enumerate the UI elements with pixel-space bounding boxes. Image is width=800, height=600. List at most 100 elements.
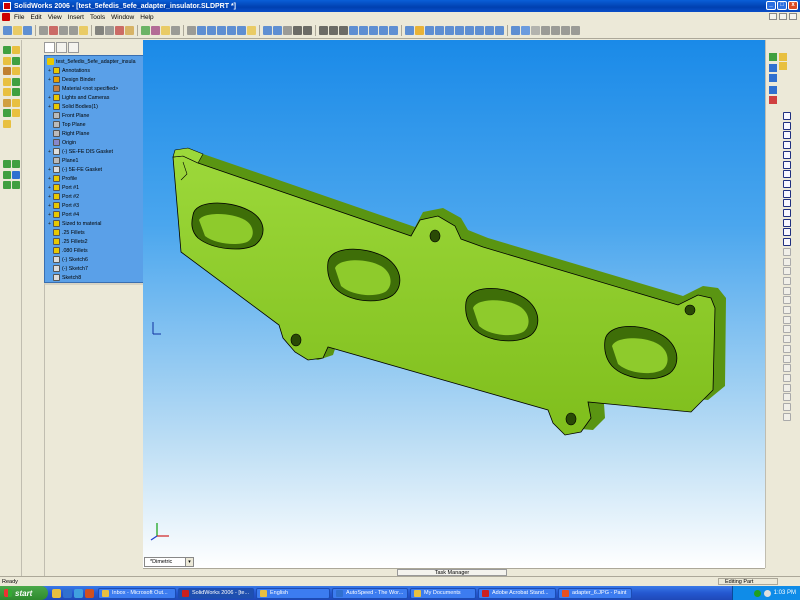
toolbar-button-icon[interactable] — [521, 26, 530, 35]
tree-item[interactable]: Plane1 — [48, 156, 79, 165]
sketch-tool-icon[interactable] — [783, 199, 791, 208]
feature-tool-icon[interactable] — [3, 170, 11, 179]
tree-item[interactable]: + Solid Bodies(1) — [48, 102, 98, 111]
toolbar-button-icon[interactable] — [561, 26, 570, 35]
sketch-tool-icon[interactable] — [783, 238, 791, 247]
feature-tool-icon[interactable] — [3, 160, 11, 168]
sketch-tool-icon[interactable] — [783, 315, 791, 324]
feature-tool-icon[interactable] — [3, 98, 11, 107]
sketch-tool-icon[interactable] — [783, 412, 791, 421]
sketch-tool-icon[interactable] — [783, 403, 791, 411]
tree-item[interactable]: + Design Binder — [48, 75, 95, 84]
taskbar-button[interactable]: adapter_6.JPG - Paint — [558, 587, 632, 599]
tree-item[interactable]: (-) Sketch6 — [48, 255, 88, 264]
toolbar-button-icon[interactable] — [405, 26, 414, 35]
sketch-tool-icon[interactable] — [783, 325, 791, 334]
toolbar-button-icon[interactable] — [161, 26, 170, 35]
toolbar-button-icon[interactable] — [3, 26, 12, 35]
toolbar-button-icon[interactable] — [115, 26, 124, 35]
property-manager-tab[interactable] — [56, 42, 67, 53]
feature-tool-icon[interactable] — [12, 109, 20, 117]
sketch-tool-icon[interactable] — [783, 189, 791, 198]
toolbar-button-icon[interactable] — [415, 26, 424, 35]
feature-tool-icon[interactable] — [3, 67, 11, 75]
doc-minimize-button[interactable] — [769, 13, 777, 20]
feature-tool-icon[interactable] — [12, 77, 20, 86]
tree-item[interactable]: + Sized to material — [48, 219, 101, 228]
sketch-tool-icon[interactable] — [783, 228, 791, 237]
menu-view[interactable]: View — [48, 14, 62, 21]
sketch-tool-icon[interactable] — [783, 257, 791, 266]
tree-root-item[interactable]: test_5efedis_5efe_adapter_insula — [47, 57, 136, 66]
taskbar-button[interactable]: Adobe Acrobat Stand... — [478, 587, 556, 599]
sketch-tool-icon[interactable] — [783, 141, 791, 150]
close-button[interactable]: x — [788, 1, 798, 10]
toolbar-button-icon[interactable] — [435, 26, 444, 35]
feature-tool-icon[interactable] — [3, 88, 11, 96]
sketch-tool-icon[interactable] — [783, 354, 791, 363]
toolbar-button-icon[interactable] — [197, 26, 206, 35]
sketch-tool-icon[interactable] — [783, 276, 791, 285]
ie-icon[interactable] — [63, 588, 72, 598]
sketch-tool-icon[interactable] — [783, 383, 791, 392]
tree-item[interactable]: Front Plane — [48, 111, 89, 120]
outlook-icon[interactable] — [52, 588, 61, 598]
feature-tool-icon[interactable] — [12, 160, 20, 168]
view-orientation-dropdown[interactable]: *Dimetric ▾ — [144, 557, 194, 567]
tree-item[interactable]: (-) Sketch7 — [48, 264, 88, 273]
toolbar-button-icon[interactable] — [571, 26, 580, 35]
sketch-tool-icon[interactable] — [783, 179, 791, 188]
toolbar-button-icon[interactable] — [273, 26, 282, 35]
app-icon[interactable] — [85, 588, 94, 598]
sketch-tool-icon[interactable] — [783, 286, 791, 295]
tree-item[interactable]: Origin — [48, 138, 76, 147]
document-icon[interactable] — [2, 13, 10, 21]
sketch-tool-icon[interactable] — [783, 131, 791, 140]
tree-item[interactable]: Material <not specified> — [48, 84, 118, 93]
sketch-tool-icon[interactable] — [783, 121, 791, 130]
toolbar-button-icon[interactable] — [69, 26, 78, 35]
toolbar-button-icon[interactable] — [263, 26, 272, 35]
feature-tool-icon[interactable] — [3, 46, 11, 54]
tree-item[interactable]: + Port #3 — [48, 201, 79, 210]
tree-item[interactable]: .25 Fillets2 — [48, 237, 88, 246]
doc-close-button[interactable] — [789, 13, 797, 20]
toolbar-button-icon[interactable] — [511, 26, 520, 35]
tool-icon[interactable] — [769, 64, 777, 72]
tree-item[interactable]: Sketch8 — [48, 273, 81, 282]
toolbar-button-icon[interactable] — [59, 26, 68, 35]
tree-item[interactable]: Right Plane — [48, 129, 89, 138]
toolbar-button-icon[interactable] — [13, 26, 22, 35]
tool-icon[interactable] — [779, 62, 787, 70]
sketch-tool-icon[interactable] — [783, 218, 791, 227]
toolbar-button-icon[interactable] — [551, 26, 560, 35]
sketch-tool-icon[interactable] — [783, 247, 791, 256]
feature-tool-icon[interactable] — [12, 181, 20, 189]
doc-restore-button[interactable] — [779, 13, 787, 20]
feature-tree-tab[interactable] — [44, 42, 55, 53]
toolbar-button-icon[interactable] — [151, 26, 160, 35]
sketch-tool-icon[interactable] — [783, 170, 791, 179]
toolbar-button-icon[interactable] — [445, 26, 454, 35]
toolbar-button-icon[interactable] — [319, 26, 328, 35]
maximize-button[interactable]: □ — [777, 1, 787, 10]
configuration-manager-tab[interactable] — [68, 42, 79, 53]
minimize-button[interactable]: _ — [766, 1, 776, 10]
tree-item[interactable]: + Port #2 — [48, 192, 79, 201]
toolbar-button-icon[interactable] — [125, 26, 134, 35]
tree-item[interactable]: Top Plane — [48, 120, 86, 129]
toolbar-button-icon[interactable] — [207, 26, 216, 35]
menu-window[interactable]: Window — [111, 14, 134, 21]
feature-tool-icon[interactable] — [3, 119, 11, 128]
menu-edit[interactable]: Edit — [30, 14, 41, 21]
sketch-tool-icon[interactable] — [783, 393, 791, 402]
feature-tool-icon[interactable] — [12, 98, 20, 107]
tool-icon[interactable] — [769, 96, 777, 104]
sketch-tool-icon[interactable] — [783, 112, 791, 120]
toolbar-button-icon[interactable] — [95, 26, 104, 35]
adapter-insulator-part[interactable] — [143, 40, 765, 568]
toolbar-button-icon[interactable] — [105, 26, 114, 35]
toolbar-button-icon[interactable] — [247, 26, 256, 35]
taskbar-button[interactable]: SolidWorks 2006 - [te... — [178, 587, 254, 599]
toolbar-button-icon[interactable] — [39, 26, 48, 35]
